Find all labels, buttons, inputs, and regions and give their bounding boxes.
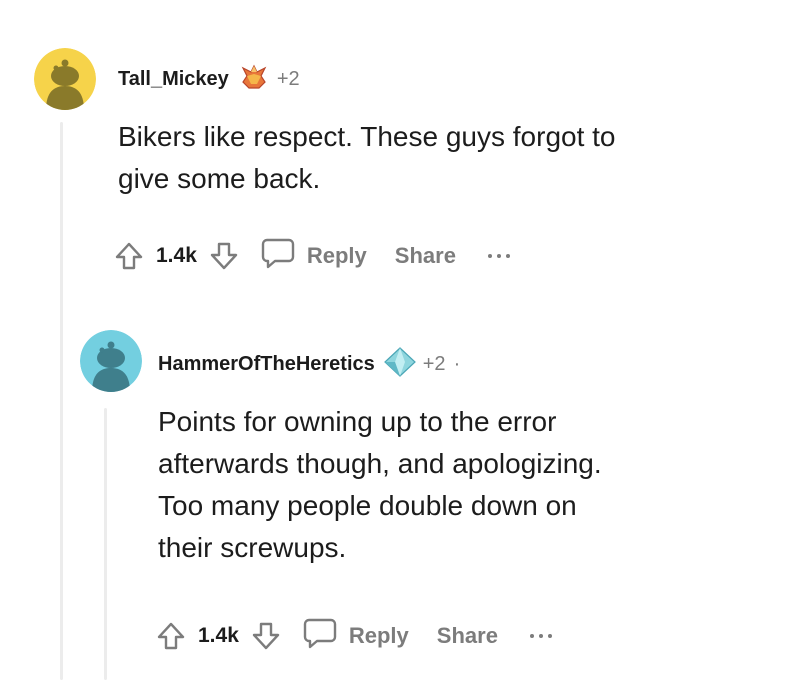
- share-button[interactable]: Share: [437, 623, 498, 649]
- vote-count: 1.4k: [156, 244, 197, 267]
- reply-label: Reply: [348, 623, 409, 648]
- downvote-icon[interactable]: [209, 241, 239, 271]
- upvote-icon[interactable]: [114, 241, 144, 271]
- comment-bubble-icon: [303, 617, 337, 655]
- reply-label: Reply: [306, 243, 367, 268]
- comment-body: Bikers like respect. These guys forgot t…: [118, 116, 616, 200]
- thread-line-main[interactable]: [60, 122, 63, 680]
- share-button[interactable]: Share: [395, 243, 456, 269]
- comment-text-line: Points for owning up to the error: [158, 406, 557, 437]
- comment-body: Points for owning up to the error afterw…: [158, 401, 602, 569]
- comment-text-line: Bikers like respect. These guys forgot t…: [118, 121, 616, 152]
- diamond-award-icon[interactable]: [383, 346, 417, 383]
- separator-dot: ·: [453, 353, 461, 375]
- reply-button[interactable]: Reply: [261, 237, 367, 275]
- comment-text-line: Too many people double down on: [158, 490, 577, 521]
- avatar[interactable]: [34, 48, 96, 110]
- more-options-icon[interactable]: [529, 634, 552, 638]
- avatar[interactable]: [80, 330, 142, 392]
- username[interactable]: HammerOfTheHeretics: [158, 353, 375, 376]
- thread-line-reply[interactable]: [104, 408, 107, 680]
- vote-count: 1.4k: [198, 624, 239, 647]
- comment-text-line: their screwups.: [158, 532, 347, 563]
- crystal-award-icon[interactable]: [237, 62, 271, 97]
- award-count: +2: [276, 68, 300, 90]
- more-options-icon[interactable]: [487, 254, 510, 258]
- username[interactable]: Tall_Mickey: [118, 68, 229, 91]
- award-count: +2: [422, 353, 446, 375]
- share-label: Share: [436, 623, 498, 648]
- comment-text-line: give some back.: [118, 163, 321, 194]
- comment-bubble-icon: [261, 237, 295, 275]
- comment-text-line: afterwards though, and apologizing.: [158, 448, 602, 479]
- reply-button[interactable]: Reply: [303, 617, 409, 655]
- upvote-icon[interactable]: [156, 621, 186, 651]
- downvote-icon[interactable]: [251, 621, 281, 651]
- share-label: Share: [394, 243, 456, 268]
